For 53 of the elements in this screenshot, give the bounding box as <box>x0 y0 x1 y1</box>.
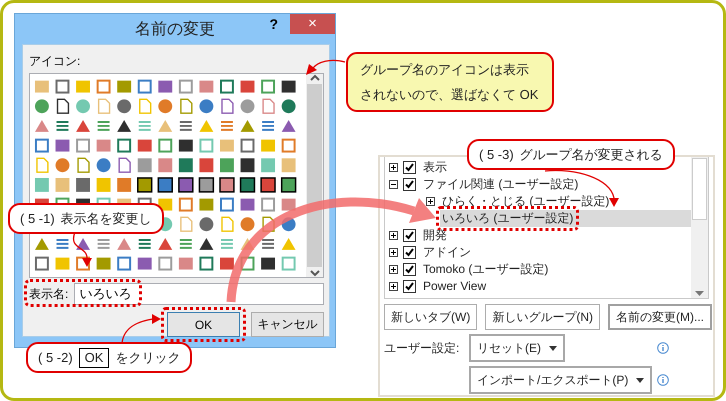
checkbox[interactable] <box>403 246 416 259</box>
checkbox[interactable] <box>403 229 416 242</box>
step-number: ( 5 -3) <box>479 147 514 162</box>
collapse-icon[interactable] <box>389 180 398 189</box>
info-icon <box>657 342 670 354</box>
key-label: OK <box>78 348 110 368</box>
expand-icon[interactable] <box>389 163 398 172</box>
callout-text: 表示名を変更し <box>60 210 152 228</box>
rename-button[interactable]: 名前の変更(M)... <box>608 304 712 330</box>
checkbox[interactable] <box>403 280 416 293</box>
tree-item[interactable]: 開発 <box>423 228 447 242</box>
dropdown-button[interactable]: インポート/エクスポート(P) <box>469 366 652 394</box>
checkbox[interactable] <box>403 161 416 174</box>
icon-list[interactable] <box>29 73 324 278</box>
caret-icon <box>636 378 644 382</box>
step-number: ( 5 -1) <box>20 211 55 226</box>
new-group-button[interactable]: 新しいグループ(N) <box>485 304 600 330</box>
dialog-title: 名前の変更 <box>135 20 215 40</box>
step-number: ( 5 -2) <box>38 350 73 365</box>
field-label: ユーザー設定: <box>384 340 460 356</box>
field-label: 表示名: <box>29 286 68 302</box>
scrollbar-thumb[interactable] <box>692 158 707 220</box>
cancel-button[interactable]: キャンセル <box>251 312 324 337</box>
pointer-arrow <box>306 60 346 75</box>
note-callout: グループ名のアイコンは表示されないので、選ばなくて OK <box>346 52 554 112</box>
scroll-up-icon <box>310 74 320 82</box>
callout-text: をクリック <box>115 348 180 366</box>
name-field[interactable]: いろいろ <box>74 283 324 305</box>
ok-button[interactable]: OK <box>167 312 240 337</box>
expand-icon[interactable] <box>389 265 398 274</box>
caret-icon <box>549 346 557 350</box>
expand-icon[interactable] <box>389 282 398 291</box>
scroll-down-icon <box>695 291 704 297</box>
scroll-down-icon <box>310 269 320 277</box>
dropdown-button[interactable]: リセット(E) <box>469 334 565 362</box>
new-tab-button[interactable]: 新しいタブ(W) <box>384 304 478 330</box>
tree-item[interactable]: アドイン <box>423 245 471 259</box>
expand-icon[interactable] <box>389 231 398 240</box>
help-button[interactable]: ? <box>269 16 278 32</box>
checkbox[interactable] <box>403 263 416 276</box>
icon-palette-drawing[interactable] <box>34 80 296 271</box>
checkbox[interactable] <box>403 178 416 191</box>
field-label: アイコン: <box>29 53 82 70</box>
tree-item[interactable]: 表示 <box>423 160 447 174</box>
expand-icon[interactable] <box>389 248 398 257</box>
tree-item[interactable]: Tomoko (ユーザー設定) <box>423 262 548 276</box>
tree-item[interactable]: ファイル関連 (ユーザー設定) <box>423 177 578 191</box>
tree-item[interactable]: Power View <box>423 279 486 293</box>
info-icon <box>657 374 670 386</box>
close-button[interactable]: × <box>290 14 335 34</box>
callout-text: グループ名が変更される <box>520 146 663 164</box>
expand-icon[interactable] <box>426 197 435 206</box>
scrollbar-thumb[interactable] <box>307 84 322 267</box>
